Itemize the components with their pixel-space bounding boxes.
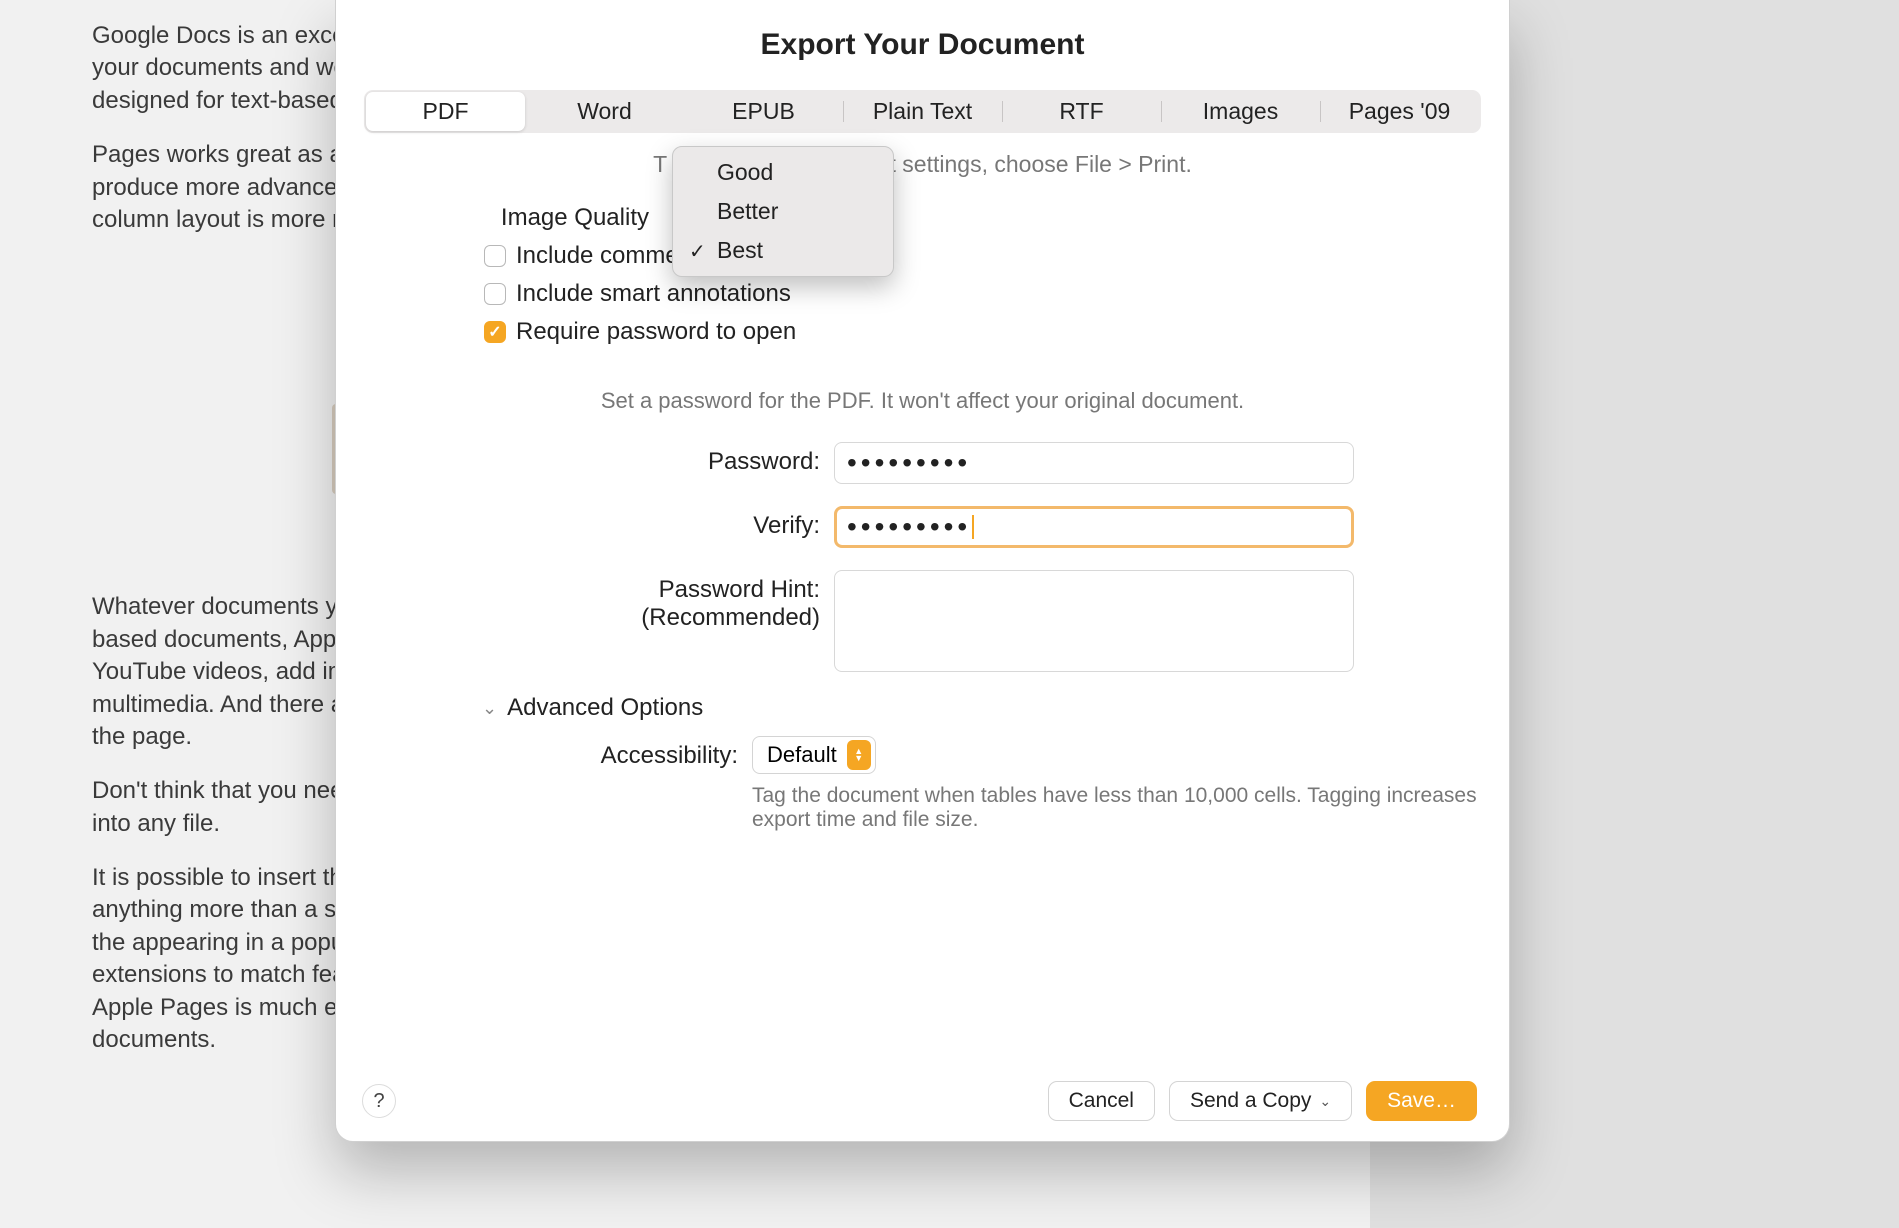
hint-input[interactable] xyxy=(834,570,1354,672)
dropdown-item-better[interactable]: Better xyxy=(673,192,893,231)
dialog-footer: ? Cancel Send a Copy ⌄ Save… xyxy=(360,1065,1485,1141)
include-smart-checkbox[interactable] xyxy=(484,283,506,305)
advanced-options-label: Advanced Options xyxy=(507,694,703,722)
verify-label: Verify: xyxy=(364,506,834,540)
format-tabbar: PDF Word EPUB Plain Text RTF Images Page… xyxy=(364,90,1481,133)
verify-row: Verify: ••••••••• xyxy=(364,506,1481,548)
image-quality-row: Image Quality xyxy=(484,204,1481,232)
require-password-checkbox[interactable]: ✓ xyxy=(484,321,506,343)
require-password-label[interactable]: Require password to open xyxy=(516,318,796,346)
send-copy-button[interactable]: Send a Copy ⌄ xyxy=(1169,1081,1352,1121)
dropdown-item-best[interactable]: ✓ Best xyxy=(673,231,893,270)
tab-pages09[interactable]: Pages '09 xyxy=(1320,92,1479,131)
include-smart-row: Include smart annotations xyxy=(484,280,1481,308)
include-smart-label[interactable]: Include smart annotations xyxy=(516,280,791,308)
print-hint: T t settings, choose File > Print. xyxy=(364,151,1481,178)
tab-word[interactable]: Word xyxy=(525,92,684,131)
password-row: Password: ••••••••• xyxy=(364,442,1481,484)
verify-input[interactable]: ••••••••• xyxy=(834,506,1354,548)
tab-plaintext[interactable]: Plain Text xyxy=(843,92,1002,131)
accessibility-row: Accessibility: Default ▲▼ Tag the docume… xyxy=(364,736,1481,832)
select-stepper-icon: ▲▼ xyxy=(847,740,871,770)
require-password-row: ✓ Require password to open xyxy=(484,318,1481,346)
hint-label: Password Hint: (Recommended) xyxy=(364,570,834,632)
password-label: Password: xyxy=(364,442,834,476)
cancel-button[interactable]: Cancel xyxy=(1048,1081,1155,1121)
send-copy-label: Send a Copy xyxy=(1190,1089,1311,1113)
save-button[interactable]: Save… xyxy=(1366,1081,1477,1121)
password-help-text: Set a password for the PDF. It won't aff… xyxy=(364,388,1481,414)
dialog-title: Export Your Document xyxy=(360,28,1485,62)
tab-images[interactable]: Images xyxy=(1161,92,1320,131)
include-comments-checkbox[interactable] xyxy=(484,245,506,267)
chevron-down-icon: ⌄ xyxy=(1319,1093,1331,1110)
checkmark-icon: ✓ xyxy=(689,239,706,264)
image-quality-label: Image Quality xyxy=(484,204,649,232)
chevron-down-icon: ⌄ xyxy=(482,698,497,719)
accessibility-label: Accessibility: xyxy=(364,736,752,770)
hint-row: Password Hint: (Recommended) xyxy=(364,570,1481,672)
help-button[interactable]: ? xyxy=(362,1084,396,1118)
dialog-body: T t settings, choose File > Print. Image… xyxy=(360,151,1485,1065)
dropdown-item-good[interactable]: Good xyxy=(673,153,893,192)
accessibility-value: Default xyxy=(767,742,837,768)
accessibility-select[interactable]: Default ▲▼ xyxy=(752,736,876,774)
export-dialog: Export Your Document PDF Word EPUB Plain… xyxy=(335,0,1510,1142)
tab-epub[interactable]: EPUB xyxy=(684,92,843,131)
tab-rtf[interactable]: RTF xyxy=(1002,92,1161,131)
text-caret xyxy=(972,515,974,539)
password-input[interactable]: ••••••••• xyxy=(834,442,1354,484)
advanced-options-toggle[interactable]: ⌄ Advanced Options xyxy=(482,694,1481,722)
include-comments-row: Include comments xyxy=(484,242,1481,270)
tab-pdf[interactable]: PDF xyxy=(366,92,525,131)
accessibility-help-text: Tag the document when tables have less t… xyxy=(752,784,1481,832)
image-quality-dropdown: Good Better ✓ Best xyxy=(672,146,894,277)
